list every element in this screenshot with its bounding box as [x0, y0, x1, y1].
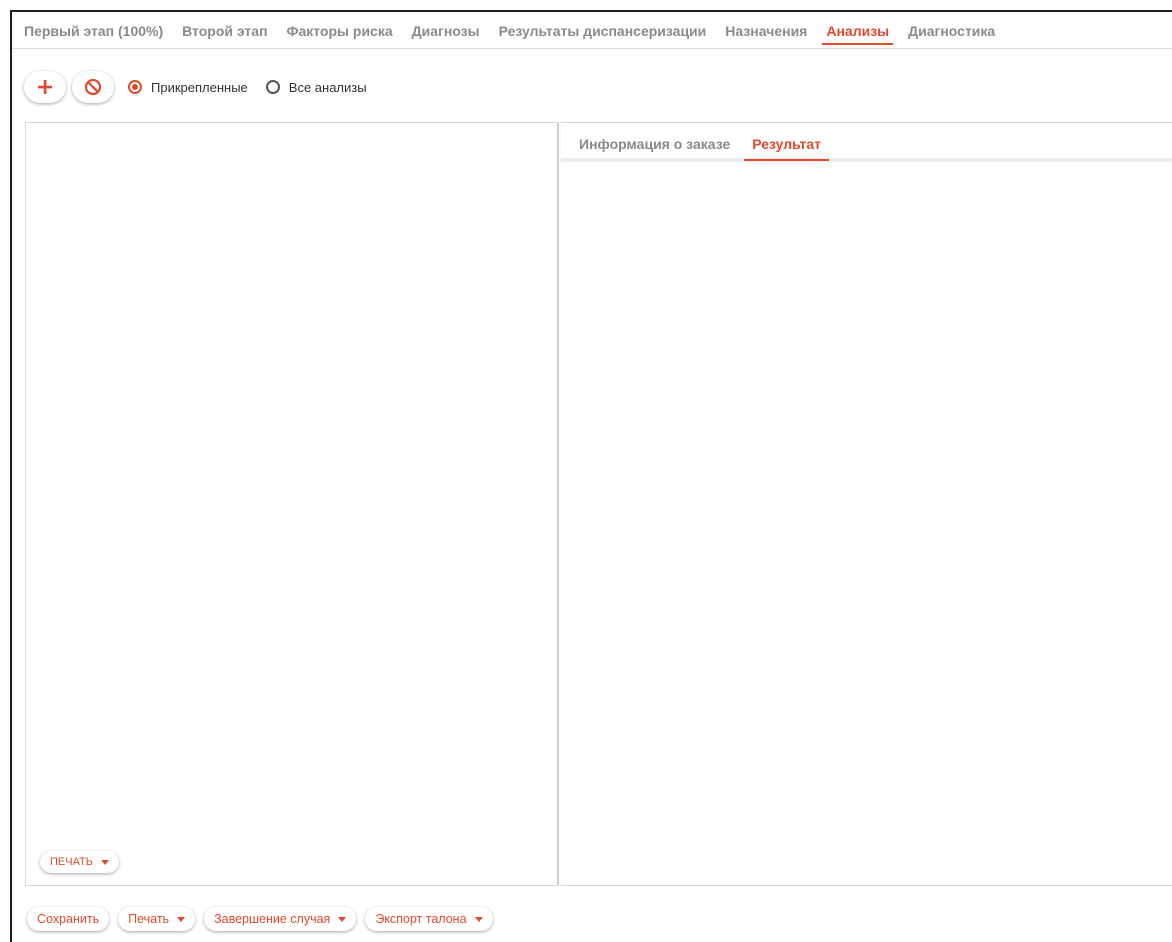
finish-case-button[interactable]: Завершение случая	[204, 907, 357, 931]
order-details-panel: Информация о заказе Результат	[561, 122, 1172, 886]
tab-analyses[interactable]: Анализы	[822, 12, 893, 48]
save-button[interactable]: Сохранить	[27, 907, 110, 931]
top-tab-bar: Первый этап (100%) Второй этап Факторы р…	[12, 12, 1172, 49]
radio-all-label: Все анализы	[288, 79, 367, 95]
list-print-button[interactable]: ПЕЧАТЬ	[40, 851, 119, 873]
tab-diagnostics[interactable]: Диагностика	[908, 12, 995, 48]
tab-first-stage[interactable]: Первый этап (100%)	[24, 12, 163, 48]
plus-icon	[38, 80, 52, 94]
export-ticket-button[interactable]: Экспорт талона	[365, 907, 493, 931]
list-print-label: ПЕЧАТЬ	[50, 856, 93, 868]
export-ticket-label: Экспорт талона	[375, 912, 467, 926]
radio-attached[interactable]: Прикрепленные	[128, 80, 248, 95]
tab-appointments[interactable]: Назначения	[725, 12, 807, 48]
caret-down-icon	[101, 859, 109, 865]
analyses-toolbar: Прикрепленные Все анализы	[24, 70, 377, 104]
tab-screening-results[interactable]: Результаты диспансеризации	[499, 12, 707, 48]
print-label: Печать	[128, 912, 170, 926]
main-frame: Первый этап (100%) Второй этап Факторы р…	[10, 10, 1172, 942]
caret-down-icon	[338, 916, 347, 922]
tab-second-stage[interactable]: Второй этап	[182, 12, 267, 48]
tab-diagnoses[interactable]: Диагнозы	[412, 12, 480, 48]
radio-all-analyses[interactable]: Все анализы	[265, 79, 367, 95]
caret-down-icon	[474, 916, 483, 922]
radio-checked-icon	[128, 80, 142, 94]
details-tab-bar: Информация о заказе Результат	[561, 123, 1172, 161]
radio-attached-label: Прикрепленные	[151, 79, 248, 95]
print-button[interactable]: Печать	[118, 907, 196, 931]
tab-risk-factors[interactable]: Факторы риска	[287, 12, 393, 48]
radio-unchecked-icon	[265, 80, 280, 94]
block-icon	[84, 78, 102, 96]
cancel-button[interactable]	[72, 71, 114, 103]
add-button[interactable]	[24, 71, 66, 103]
analyses-list-panel: ПЕЧАТЬ	[25, 122, 559, 886]
tab-order-info[interactable]: Информация о заказе	[577, 136, 732, 158]
save-label: Сохранить	[37, 912, 100, 926]
caret-down-icon	[177, 916, 186, 922]
footer-actions: Сохранить Печать Завершение случая Экспо…	[27, 907, 502, 931]
tab-result[interactable]: Результат	[744, 136, 829, 161]
finish-case-label: Завершение случая	[214, 912, 331, 926]
